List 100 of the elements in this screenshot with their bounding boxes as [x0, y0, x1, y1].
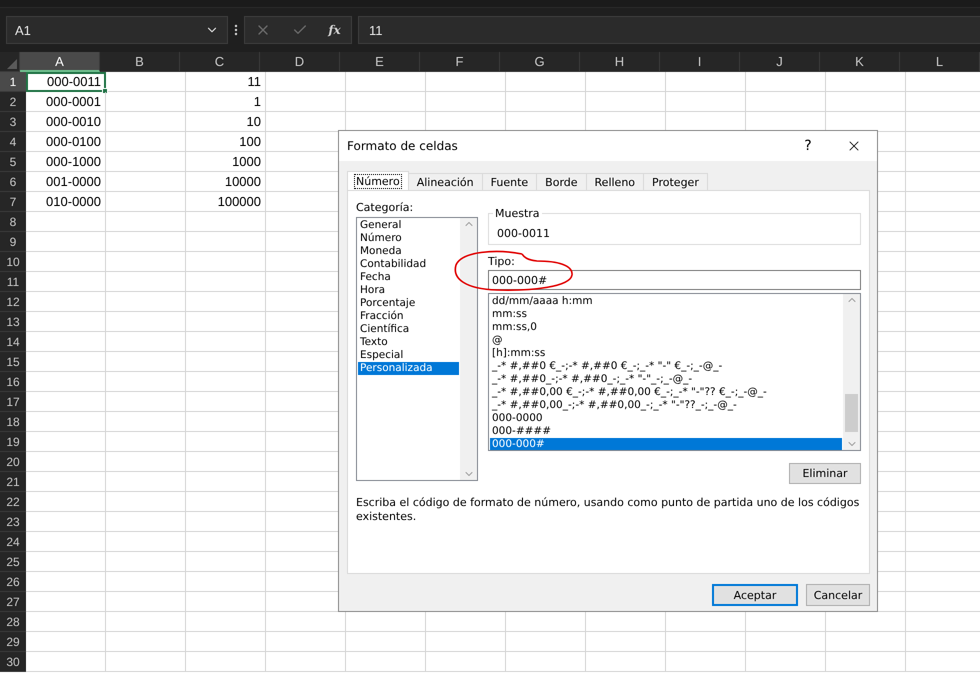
row-header[interactable]: 11	[0, 272, 26, 292]
insert-function-button[interactable]: fx	[328, 23, 341, 37]
format-code-item[interactable]: _-* #,##0 €_-;-* #,##0 €_-;_-* "-" €_-;_-@_-	[490, 360, 842, 373]
row-header[interactable]: 29	[0, 632, 26, 652]
format-code-item[interactable]: mm:ss	[490, 308, 842, 321]
table-cell: 100	[186, 132, 266, 152]
category-list[interactable]: General Número Moneda Contabilidad Fecha Hora Porcentaje Fracción Científica Texto Especial Personalizada	[356, 217, 478, 481]
table-cell: 100000	[186, 192, 266, 212]
sample-value: 000-0011	[497, 226, 550, 240]
format-code-item[interactable]: 000-####	[490, 425, 842, 438]
column-header[interactable]: L	[900, 52, 980, 72]
column-header[interactable]: B	[100, 52, 180, 72]
row-header[interactable]: 16	[0, 372, 26, 392]
row-header[interactable]: 17	[0, 392, 26, 412]
format-code-item[interactable]: dd/mm/aaaa h:mm	[490, 295, 842, 308]
row-header[interactable]: 5	[0, 152, 26, 172]
type-label: Tipo:	[488, 255, 515, 268]
category-item[interactable]: Personalizada	[358, 362, 459, 375]
row-header[interactable]: 23	[0, 512, 26, 532]
row-header[interactable]: 14	[0, 332, 26, 352]
tab[interactable]: Número	[347, 171, 409, 190]
scrollbar[interactable]	[843, 294, 860, 450]
table-cell: 000-0011	[26, 72, 106, 92]
select-all-corner[interactable]	[0, 52, 20, 72]
category-item[interactable]: Contabilidad	[358, 258, 459, 271]
column-header[interactable]: I	[660, 52, 740, 72]
table-cell: 1000	[186, 152, 266, 172]
format-code-item[interactable]: _-* #,##0_-;-* #,##0_-;_-* "-"_-;_-@_-	[490, 373, 842, 386]
column-header[interactable]: H	[580, 52, 660, 72]
row-header[interactable]: 30	[0, 652, 26, 672]
category-item[interactable]: Número	[358, 232, 459, 245]
table-cell: 10000	[186, 172, 266, 192]
help-button[interactable]: ?	[785, 131, 831, 161]
dialog-button[interactable]: Aceptar	[712, 584, 798, 606]
row-header[interactable]: 12	[0, 292, 26, 312]
column-header[interactable]: A	[20, 52, 100, 72]
column-header[interactable]: E	[340, 52, 420, 72]
row-header[interactable]: 13	[0, 312, 26, 332]
column-header[interactable]: K	[820, 52, 900, 72]
dialog-title: Formato de celdas	[347, 139, 459, 153]
scrollbar[interactable]	[460, 218, 477, 480]
column-header[interactable]: C	[180, 52, 260, 72]
format-code-item[interactable]: 000-0000	[490, 412, 842, 425]
column-header[interactable]: F	[420, 52, 500, 72]
tab[interactable]: Proteger	[643, 173, 708, 190]
row-header[interactable]: 10	[0, 252, 26, 272]
row-header[interactable]: 4	[0, 132, 26, 152]
category-item[interactable]: Científica	[358, 323, 459, 336]
format-code-item[interactable]: mm:ss,0	[490, 321, 842, 334]
more-options-icon[interactable]	[234, 24, 238, 36]
row-header[interactable]: 22	[0, 492, 26, 512]
delete-button[interactable]: Eliminar	[789, 463, 861, 484]
row-header[interactable]: 18	[0, 412, 26, 432]
row-header[interactable]: 19	[0, 432, 26, 452]
row-header[interactable]: 15	[0, 352, 26, 372]
table-cell: 000-0010	[26, 112, 106, 132]
fill-handle[interactable]	[102, 88, 108, 94]
table-cell: 000-1000	[26, 152, 106, 172]
row-header[interactable]: 28	[0, 612, 26, 632]
row-header[interactable]: 2	[0, 92, 26, 112]
description-text: Escriba el código de formato de número, usando como punto de partida uno de los códigos existentes.	[356, 496, 860, 524]
name-box[interactable]: A1	[6, 16, 228, 44]
row-header[interactable]: 8	[0, 212, 26, 232]
name-box-value: A1	[15, 22, 31, 38]
table-cell: 10	[186, 112, 266, 132]
row-header[interactable]: 6	[0, 172, 26, 192]
category-item[interactable]: Especial	[358, 349, 459, 362]
row-header[interactable]: 1	[0, 72, 26, 92]
format-code-item[interactable]: [h]:mm:ss	[490, 347, 842, 360]
row-header[interactable]: 7	[0, 192, 26, 212]
category-item[interactable]: Hora	[358, 284, 459, 297]
format-code-item[interactable]: 000-000#	[490, 438, 842, 450]
category-item[interactable]: Fracción	[358, 310, 459, 323]
table-cell: 001-0000	[26, 172, 106, 192]
row-header[interactable]: 20	[0, 452, 26, 472]
format-code-item[interactable]: _-* #,##0,00 €_-;-* #,##0,00 €_-;_-* "-"?? €_-;_-@_-	[490, 386, 842, 399]
column-header[interactable]: G	[500, 52, 580, 72]
category-item[interactable]: Texto	[358, 336, 459, 349]
column-header[interactable]: J	[740, 52, 820, 72]
formula-field[interactable]: 11	[358, 16, 980, 44]
scroll-thumb[interactable]	[845, 394, 858, 432]
type-field[interactable]: 000-000#	[488, 270, 861, 290]
category-item[interactable]: General	[358, 219, 459, 232]
row-header[interactable]: 26	[0, 572, 26, 592]
row-header[interactable]: 3	[0, 112, 26, 132]
category-item[interactable]: Porcentaje	[358, 297, 459, 310]
row-header[interactable]: 25	[0, 552, 26, 572]
category-item[interactable]: Moneda	[358, 245, 459, 258]
format-code-item[interactable]: _-* #,##0,00_-;-* #,##0,00_-;_-* "-"??_-;_-@_-	[490, 399, 842, 412]
column-header[interactable]: D	[260, 52, 340, 72]
type-list[interactable]	[488, 293, 861, 451]
row-header[interactable]: 27	[0, 592, 26, 612]
format-code-item[interactable]: @	[490, 334, 842, 347]
dialog-button[interactable]: Cancelar	[806, 584, 870, 606]
category-label: Categoría:	[356, 201, 414, 214]
table-cell: 000-0100	[26, 132, 106, 152]
row-header[interactable]: 9	[0, 232, 26, 252]
row-header[interactable]: 21	[0, 472, 26, 492]
row-header[interactable]: 24	[0, 532, 26, 552]
category-item[interactable]: Fecha	[358, 271, 459, 284]
